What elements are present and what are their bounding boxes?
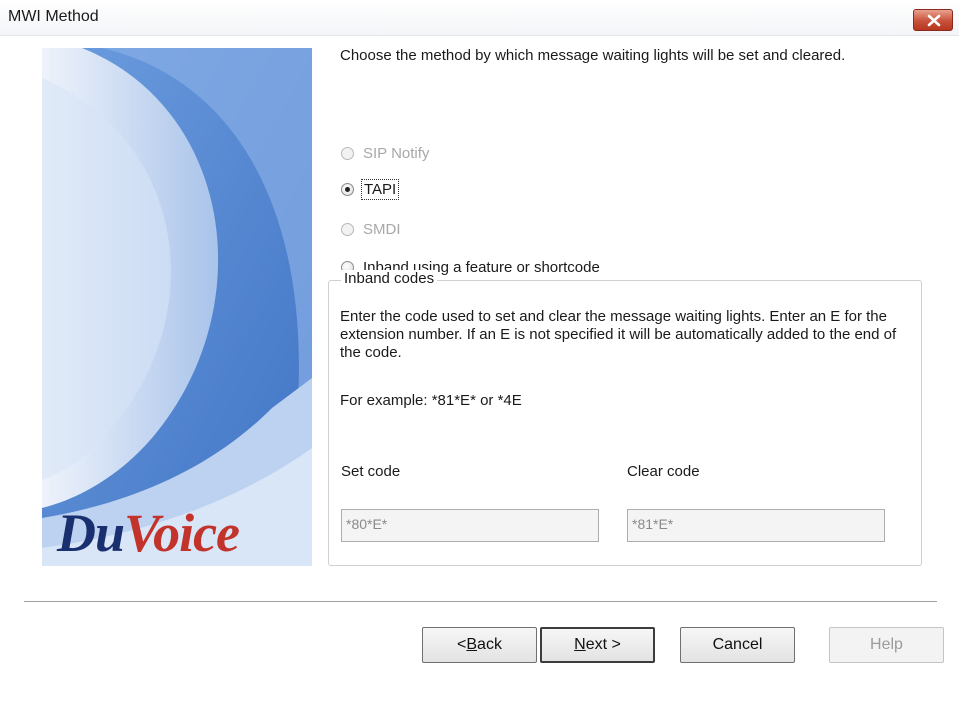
radio-tapi[interactable]: TAPI [341, 178, 400, 200]
intro-text: Choose the method by which message waiti… [340, 47, 846, 64]
cancel-button[interactable]: Cancel [680, 627, 795, 663]
banner-artwork [42, 48, 312, 566]
title-bar: MWI Method [0, 0, 959, 36]
duvoice-banner: DuVoice [42, 48, 312, 566]
set-code-label: Set code [341, 463, 401, 480]
radio-label: SIP Notify [363, 144, 430, 162]
duvoice-logo: DuVoice [57, 503, 240, 563]
inband-example: For example: *81*E* or *4E [340, 392, 522, 409]
clear-code-input[interactable]: *81*E* [627, 509, 885, 542]
radio-smdi[interactable]: SMDI [341, 218, 401, 240]
clear-code-label: Clear code [627, 463, 700, 480]
next-button[interactable]: Next > [540, 627, 655, 663]
group-legend: Inband codes [341, 270, 438, 287]
set-code-input[interactable]: *80*E* [341, 509, 599, 542]
radio-sip-notify[interactable]: SIP Notify [341, 142, 429, 164]
inband-description: Enter the code used to set and clear the… [340, 308, 897, 361]
radio-label: TAPI [360, 178, 400, 200]
radio-button[interactable] [341, 222, 354, 236]
close-icon [927, 14, 941, 27]
radio-button[interactable] [341, 182, 354, 196]
back-button[interactable]: < Back [422, 627, 537, 663]
button-separator [24, 601, 937, 603]
radio-label: SMDI [363, 220, 401, 238]
window-title: MWI Method [8, 8, 99, 25]
radio-button[interactable] [341, 146, 354, 160]
help-button[interactable]: Help [829, 627, 944, 663]
close-button[interactable] [913, 9, 953, 31]
